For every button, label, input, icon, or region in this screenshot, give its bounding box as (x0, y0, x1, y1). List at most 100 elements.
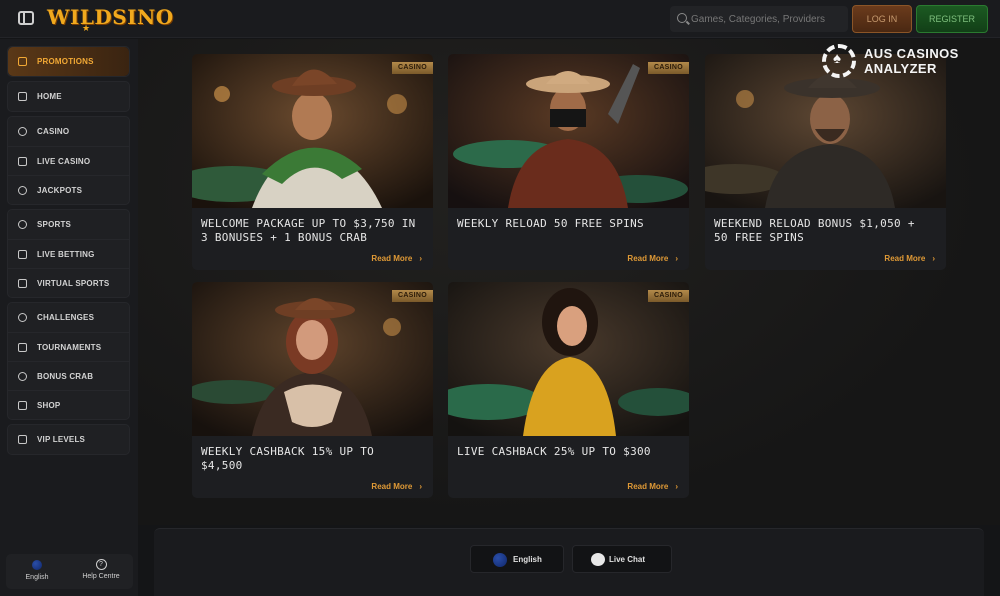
nav-group-promotions: PROMOTIONS (7, 46, 130, 77)
chat-bubble-icon (591, 553, 605, 566)
language-selector[interactable]: English (6, 554, 68, 589)
category-badge: CASINO (391, 290, 433, 302)
read-more-label: Read More (371, 254, 413, 263)
login-button[interactable]: LOG IN (852, 5, 912, 33)
chevron-right-icon: › (675, 254, 678, 263)
sidebar-item-jackpots[interactable]: JACKPOTS (8, 175, 129, 204)
promotions-main: CASINO WELCOME PACKAGE UP TO $3,750 IN 3… (138, 39, 1000, 525)
sidebar-item-label: TOURNAMENTS (37, 342, 102, 352)
watermark-text: AUS CASINOS ANALYZER (864, 46, 959, 76)
promo-image-cowboy-bandana (192, 54, 433, 208)
read-more-link[interactable]: Read More › (371, 482, 422, 491)
sidebar-item-label: VIP LEVELS (37, 435, 86, 444)
chip-icon (18, 127, 27, 136)
help-label: Help Centre (82, 573, 120, 580)
jackpot-icon (18, 185, 27, 195)
chevron-right-icon: › (675, 482, 678, 491)
read-more-label: Read More (627, 482, 669, 491)
read-more-link[interactable]: Read More › (371, 254, 422, 263)
sidebar-item-bonus-crab[interactable]: BONUS CRAB (8, 361, 129, 390)
sidebar-item-tournaments[interactable]: TOURNAMENTS (8, 332, 129, 361)
promo-title: WEEKLY RELOAD 50 FREE SPINS (457, 217, 644, 230)
search-input[interactable] (691, 6, 841, 32)
promo-card[interactable]: WEEKEND RELOAD BONUS $1,050 + 50 FREE SP… (705, 54, 946, 270)
nav-group-casino: CASINO LIVE CASINO JACKPOTS (7, 116, 130, 205)
footer-language-label: English (513, 554, 542, 564)
play-icon (18, 249, 27, 259)
search-box[interactable] (670, 6, 848, 32)
promo-card[interactable]: CASINO WELCOME PACKAGE UP TO $3,750 IN 3… (192, 54, 433, 270)
promo-title: LIVE CASHBACK 25% UP TO $300 (457, 445, 651, 458)
sidebar-item-label: PROMOTIONS (37, 57, 94, 66)
live-chat-label: Live Chat (609, 554, 646, 564)
sidebar-item-label: VIRTUAL SPORTS (37, 278, 110, 288)
promo-title: WELCOME PACKAGE UP TO $3,750 IN 3 BONUSE… (201, 217, 416, 244)
gift-icon (18, 57, 27, 66)
target-icon (18, 313, 27, 322)
vip-icon (18, 435, 27, 444)
help-icon: ? (95, 559, 107, 570)
sidebar-footer: English ? Help Centre (6, 554, 133, 589)
shop-icon (18, 400, 27, 410)
sidebar-item-shop[interactable]: SHOP (8, 390, 129, 419)
aus-casinos-analyzer-logo-icon (822, 44, 856, 78)
nav-group-vip: VIP LEVELS (7, 424, 130, 455)
sidebar-item-label: JACKPOTS (37, 185, 83, 195)
sidebar-item-home[interactable]: HOME (8, 82, 129, 111)
sidebar-item-label: LIVE BETTING (37, 249, 95, 259)
sidebar-item-label: SPORTS (37, 220, 72, 229)
help-centre-link[interactable]: ? Help Centre (70, 554, 132, 589)
read-more-link[interactable]: Read More › (627, 254, 678, 263)
wildsino-logo[interactable]: WILDSINO (47, 5, 174, 29)
sidebar-item-challenges[interactable]: CHALLENGES (8, 303, 129, 332)
language-label: English (25, 574, 49, 581)
sidebar-item-promotions[interactable]: PROMOTIONS (8, 47, 129, 76)
sidebar-item-casino[interactable]: CASINO (8, 117, 129, 146)
sidebar-toggle-icon[interactable] (18, 11, 34, 25)
australia-flag-icon (493, 553, 507, 567)
nav-group-home: HOME (7, 81, 130, 112)
nav-group-sports: SPORTS LIVE BETTING VIRTUAL SPORTS (7, 209, 130, 298)
promo-image-masked-gunslinger (448, 54, 689, 208)
sidebar-item-label: CHALLENGES (37, 313, 95, 322)
chevron-right-icon: › (932, 254, 935, 263)
sidebar-item-label: SHOP (37, 400, 61, 410)
promo-card[interactable]: CASINO WEEKLY RELOAD 50 FREE SPINS Read … (448, 54, 689, 270)
category-badge: CASINO (647, 62, 689, 74)
australia-flag-icon (32, 560, 42, 570)
read-more-label: Read More (884, 254, 926, 263)
leaf-icon (18, 371, 27, 381)
nav-group-challenges: CHALLENGES TOURNAMENTS BONUS CRAB SHOP (7, 302, 130, 420)
page-footer: English Live Chat (154, 528, 984, 596)
sidebar-item-live-casino[interactable]: LIVE CASINO (8, 146, 129, 175)
register-button[interactable]: REGISTER (916, 5, 988, 33)
sidebar-item-virtual-sports[interactable]: VIRTUAL SPORTS (8, 268, 129, 297)
chevron-right-icon: › (419, 254, 422, 263)
sidebar-item-label: BONUS CRAB (37, 371, 94, 381)
promo-title: WEEKEND RELOAD BONUS $1,050 + 50 FREE SP… (714, 217, 915, 244)
read-more-label: Read More (627, 254, 669, 263)
category-badge: CASINO (391, 62, 433, 74)
read-more-link[interactable]: Read More › (627, 482, 678, 491)
promo-title: WEEKLY CASHBACK 15% UP TO $4,500 (201, 445, 375, 472)
promo-image-woman-yellow-dress (448, 282, 689, 436)
footer-language-button[interactable]: English (470, 545, 564, 573)
search-icon (677, 13, 687, 23)
spade-icon (18, 156, 27, 166)
sidebar-item-label: CASINO (37, 127, 70, 136)
watermark: AUS CASINOS ANALYZER (822, 44, 992, 80)
promo-card[interactable]: CASINO LIVE CASHBACK 25% UP TO $300 Read… (448, 282, 689, 498)
sidebar-item-sports[interactable]: SPORTS (8, 210, 129, 239)
watermark-line1: AUS CASINOS (864, 46, 959, 61)
promo-card[interactable]: CASINO WEEKLY CASHBACK 15% UP TO $4,500 … (192, 282, 433, 498)
chevron-right-icon: › (419, 482, 422, 491)
read-more-link[interactable]: Read More › (884, 254, 935, 263)
sidebar-item-label: HOME (37, 92, 62, 101)
category-badge: CASINO (647, 290, 689, 302)
sidebar-item-vip-levels[interactable]: VIP LEVELS (8, 425, 129, 454)
live-chat-button[interactable]: Live Chat (572, 545, 672, 573)
logo-star-icon: ★ (82, 23, 91, 33)
sidebar: PROMOTIONS HOME CASINO LIVE CASINO JACKP… (0, 39, 138, 596)
sidebar-item-live-betting[interactable]: LIVE BETTING (8, 239, 129, 268)
watermark-line2: ANALYZER (864, 61, 937, 76)
